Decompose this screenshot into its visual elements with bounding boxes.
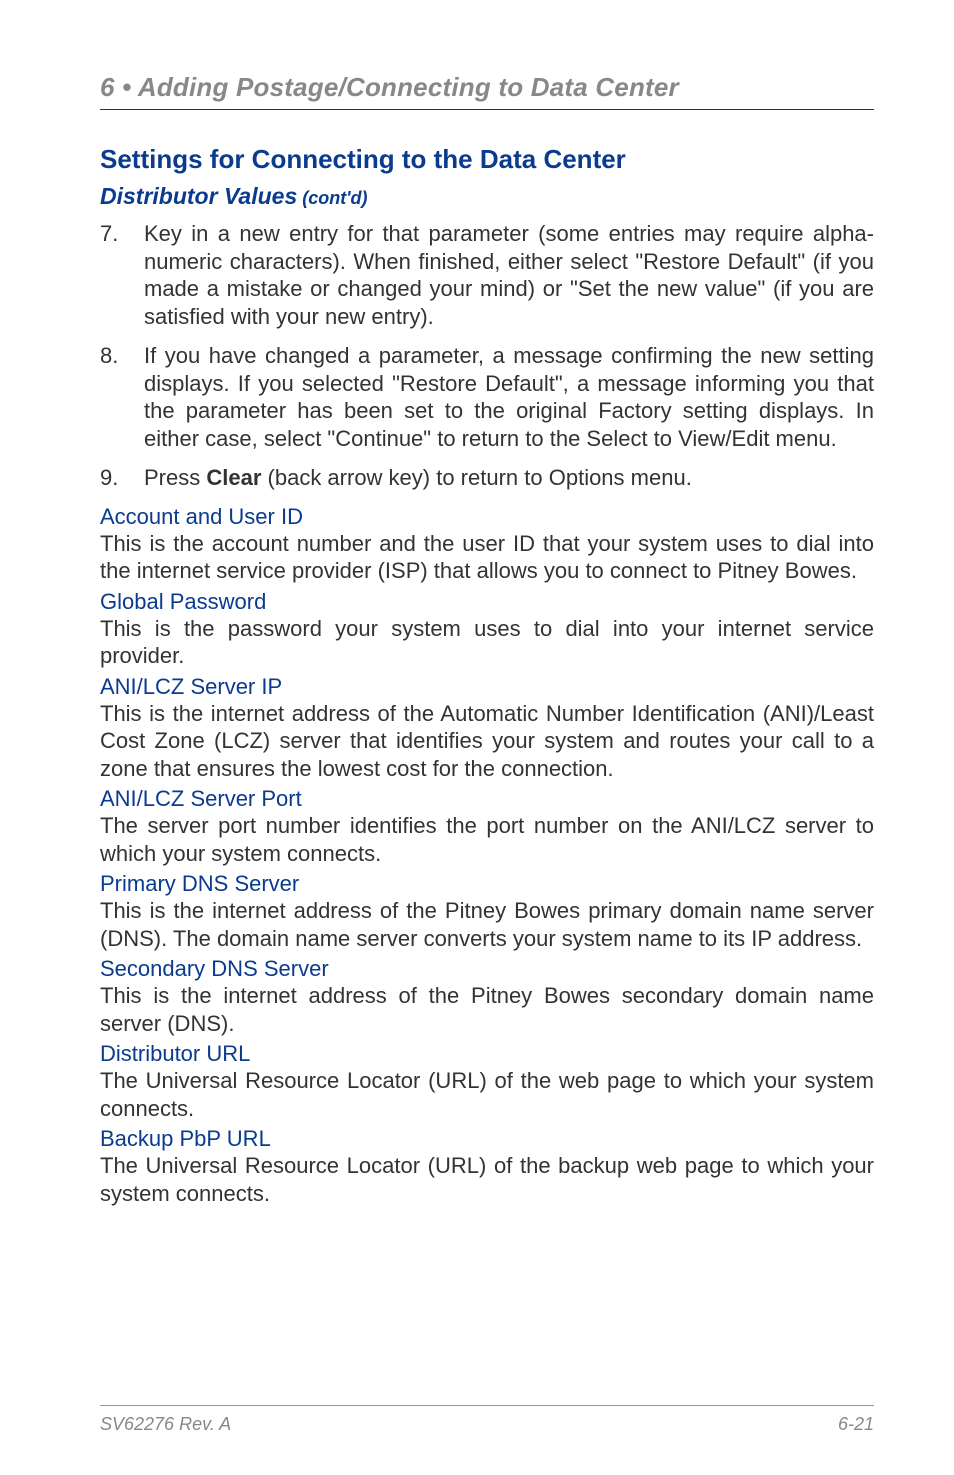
step-item: 7. Key in a new entry for that parameter…	[100, 220, 874, 330]
definition-body: The Universal Resource Locator (URL) of …	[100, 1152, 874, 1207]
page-footer: SV62276 Rev. A 6-21	[100, 1405, 874, 1435]
step-number: 9.	[100, 464, 118, 492]
numbered-steps-list: 7. Key in a new entry for that parameter…	[100, 220, 874, 492]
step-number: 8.	[100, 342, 118, 370]
definition-block: Primary DNS Server This is the internet …	[100, 871, 874, 952]
definition-block: ANI/LCZ Server IP This is the internet a…	[100, 674, 874, 783]
definition-body: The Universal Resource Locator (URL) of …	[100, 1067, 874, 1122]
subsection-title: Distributor Values (cont'd)	[100, 183, 874, 210]
definition-block: ANI/LCZ Server Port The server port numb…	[100, 786, 874, 867]
definition-block: Global Password This is the password you…	[100, 589, 874, 670]
step-text: If you have changed a parameter, a messa…	[144, 343, 874, 451]
definition-heading: Global Password	[100, 589, 874, 615]
definition-block: Backup PbP URL The Universal Resource Lo…	[100, 1126, 874, 1207]
definition-body: The server port number identifies the po…	[100, 812, 874, 867]
footer-page-number: 6-21	[838, 1414, 874, 1435]
definition-body: This is the internet address of the Auto…	[100, 700, 874, 783]
definition-block: Account and User ID This is the account …	[100, 504, 874, 585]
step-number: 7.	[100, 220, 118, 248]
definition-heading: Account and User ID	[100, 504, 874, 530]
definition-heading: Secondary DNS Server	[100, 956, 874, 982]
step-item: 8. If you have changed a parameter, a me…	[100, 342, 874, 452]
step-text-pre: Press	[144, 465, 206, 490]
subsection-name: Distributor Values	[100, 183, 297, 209]
definition-heading: Backup PbP URL	[100, 1126, 874, 1152]
section-title: Settings for Connecting to the Data Cent…	[100, 144, 874, 175]
footer-rule	[100, 1405, 874, 1406]
definition-heading: Distributor URL	[100, 1041, 874, 1067]
chapter-header: 6 • Adding Postage/Connecting to Data Ce…	[100, 72, 874, 103]
definition-block: Distributor URL The Universal Resource L…	[100, 1041, 874, 1122]
definition-heading: ANI/LCZ Server Port	[100, 786, 874, 812]
definition-body: This is the password your system uses to…	[100, 615, 874, 670]
step-text: Key in a new entry for that parameter (s…	[144, 221, 874, 329]
step-item: 9. Press Clear (back arrow key) to retur…	[100, 464, 874, 492]
footer-doc-ref: SV62276 Rev. A	[100, 1414, 231, 1435]
subsection-contd: (cont'd)	[297, 188, 367, 208]
definition-heading: ANI/LCZ Server IP	[100, 674, 874, 700]
definition-body: This is the internet address of the Pitn…	[100, 982, 874, 1037]
step-text-bold: Clear	[206, 465, 261, 490]
step-text-post: (back arrow key) to return to Options me…	[261, 465, 691, 490]
definition-heading: Primary DNS Server	[100, 871, 874, 897]
definition-body: This is the account number and the user …	[100, 530, 874, 585]
definition-block: Secondary DNS Server This is the interne…	[100, 956, 874, 1037]
header-rule	[100, 109, 874, 110]
definition-body: This is the internet address of the Pitn…	[100, 897, 874, 952]
